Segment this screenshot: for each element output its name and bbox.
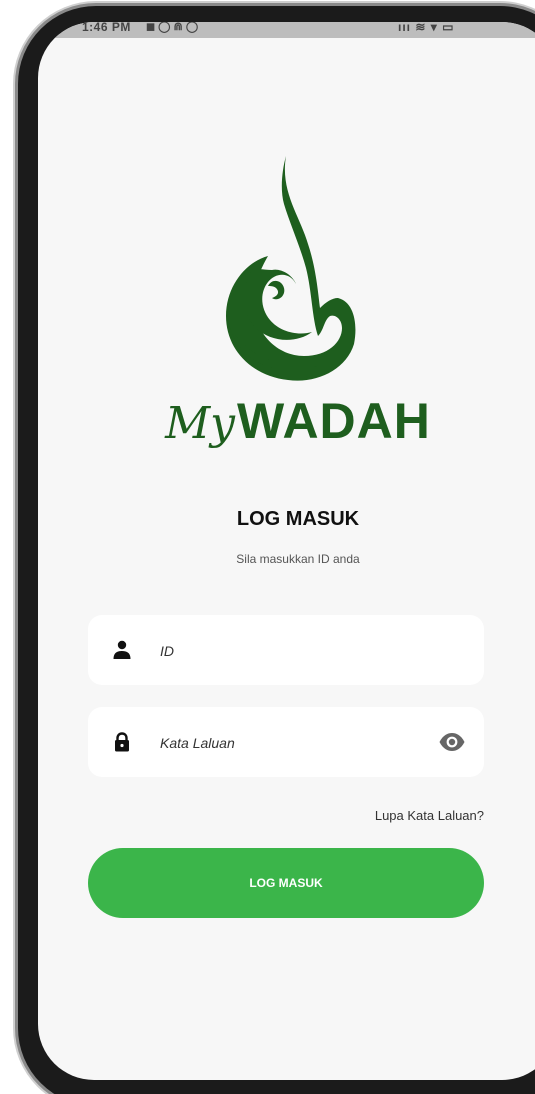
- id-input[interactable]: [158, 637, 432, 665]
- password-field[interactable]: [88, 707, 484, 777]
- status-bar: 1:46 PM ◼ ◯ ⋒ ◯ ııı ≋ ▾ ▭: [38, 22, 535, 38]
- lock-icon: [115, 732, 129, 752]
- signal-battery-icons: ııı ≋ ▾ ▭: [398, 22, 455, 34]
- password-input[interactable]: [158, 729, 432, 757]
- brand-wordmark: MyWADAH: [38, 392, 535, 472]
- user-icon: [113, 640, 131, 659]
- page-subtitle: Sila masukkan ID anda: [236, 552, 360, 566]
- brand-name: WADAH: [237, 393, 431, 449]
- page-title: LOG MASUK: [236, 508, 360, 530]
- forgot-password-link[interactable]: Lupa Kata Laluan?: [375, 808, 484, 823]
- app-screen: 1:46 PM ◼ ◯ ⋒ ◯ ııı ≋ ▾ ▭ MyWADAH LOG MA…: [38, 22, 535, 1080]
- eye-icon[interactable]: [438, 730, 466, 754]
- status-time: 1:46 PM: [82, 22, 131, 34]
- device-mockup: 1:46 PM ◼ ◯ ⋒ ◯ ııı ≋ ▾ ▭ MyWADAH LOG MA…: [0, 0, 535, 1094]
- id-field[interactable]: [88, 615, 484, 685]
- login-button[interactable]: LOG MASUK: [88, 848, 484, 918]
- notification-icons: ◼ ◯ ⋒ ◯: [146, 22, 199, 33]
- brand-prefix: My: [165, 398, 236, 449]
- wadah-calligraphy-logo-icon: [226, 156, 356, 381]
